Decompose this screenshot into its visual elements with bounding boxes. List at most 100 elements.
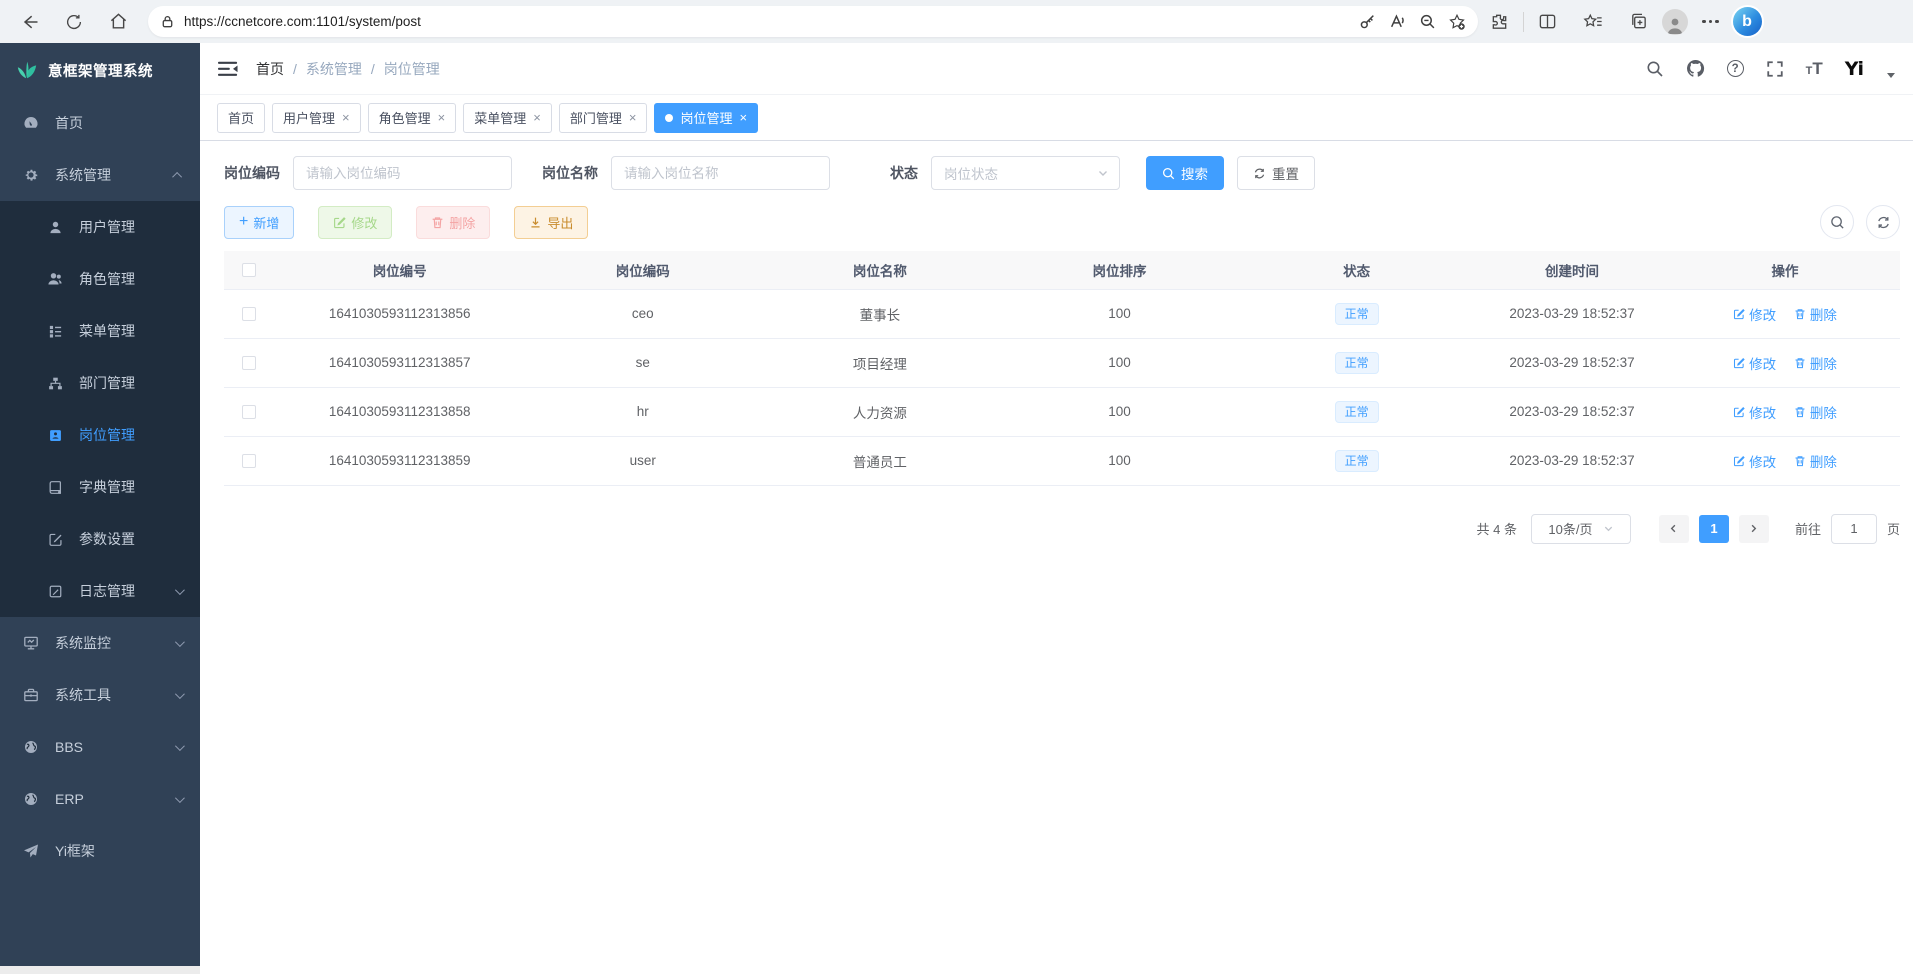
tab-menu-management[interactable]: 菜单管理 × [463, 103, 552, 133]
row-edit-link[interactable]: 修改 [1733, 353, 1776, 373]
tab-close-icon[interactable]: × [629, 111, 637, 124]
sidebar-item-bbs[interactable]: BBS [0, 721, 200, 773]
password-key-icon[interactable] [1352, 9, 1382, 35]
tab-close-icon[interactable]: × [533, 111, 541, 124]
sidebar-item-monitoring[interactable]: 系统监控 [0, 617, 200, 669]
search-button[interactable]: 搜索 [1146, 156, 1224, 190]
sidebar-collapse-icon[interactable] [218, 60, 238, 78]
page-size-select[interactable]: 10条/页 [1531, 514, 1631, 544]
post-code-input[interactable] [293, 156, 512, 190]
post-name-input[interactable] [611, 156, 830, 190]
table-row[interactable]: 1641030593112313858 hr 人力资源 100 正常 2023-… [224, 387, 1900, 436]
table-search-toggle-icon[interactable] [1820, 205, 1854, 239]
row-edit-link[interactable]: 修改 [1733, 451, 1776, 471]
status-select[interactable]: 岗位状态 [931, 156, 1120, 190]
row-checkbox[interactable] [242, 356, 256, 370]
gear-icon [22, 167, 40, 183]
sidebar-item-tools[interactable]: 系统工具 [0, 669, 200, 721]
menu-tree-icon [46, 324, 64, 339]
edit-square-icon [46, 532, 64, 547]
back-icon[interactable] [14, 6, 46, 38]
row-edit-link[interactable]: 修改 [1733, 304, 1776, 324]
fullscreen-icon[interactable] [1766, 60, 1784, 78]
row-delete-link[interactable]: 删除 [1794, 451, 1837, 471]
sidebar-item-home[interactable]: 首页 [0, 97, 200, 149]
add-favorite-icon[interactable] [1442, 9, 1472, 35]
edit-button[interactable]: 修改 [318, 206, 392, 239]
select-all-checkbox[interactable] [242, 263, 256, 277]
tab-close-icon[interactable]: × [739, 111, 747, 124]
table-row[interactable]: 1641030593112313856 ceo 董事长 100 正常 2023-… [224, 289, 1900, 338]
sidebar-item-system[interactable]: 系统管理 [0, 149, 200, 201]
sidebar-item-departments[interactable]: 部门管理 [0, 357, 200, 409]
split-screen-icon[interactable] [1538, 12, 1557, 31]
table-row[interactable]: 1641030593112313859 user 普通员工 100 正常 202… [224, 436, 1900, 485]
zoom-out-icon[interactable] [1412, 9, 1442, 35]
browser-menu-icon[interactable] [1702, 20, 1719, 24]
sidebar-item-logs[interactable]: 日志管理 [0, 565, 200, 617]
extensions-puzzle-icon[interactable] [1490, 12, 1509, 31]
tab-close-icon[interactable]: × [438, 111, 446, 124]
posts-table: 岗位编号 岗位编码 岗位名称 岗位排序 状态 创建时间 操作 164103059… [224, 251, 1900, 486]
tab-post-management[interactable]: 岗位管理 × [654, 103, 758, 133]
row-checkbox[interactable] [242, 405, 256, 419]
url-text[interactable]: https://ccnetcore.com:1101/system/post [184, 14, 1352, 29]
page-size-value: 10条/页 [1548, 519, 1592, 538]
tab-role-management[interactable]: 角色管理 × [368, 103, 457, 133]
prev-page-button[interactable] [1659, 515, 1689, 543]
page-number-button[interactable]: 1 [1699, 515, 1729, 543]
home-icon[interactable] [102, 6, 134, 38]
table-refresh-icon[interactable] [1866, 205, 1900, 239]
profile-avatar-icon[interactable] [1662, 9, 1688, 35]
header-search-icon[interactable] [1646, 60, 1664, 78]
row-delete-link[interactable]: 删除 [1794, 353, 1837, 373]
status-badge: 正常 [1335, 401, 1379, 423]
address-bar[interactable]: https://ccnetcore.com:1101/system/post [148, 6, 1478, 37]
breadcrumb-item[interactable]: 系统管理 [306, 59, 362, 79]
edit-icon [333, 216, 346, 229]
row-delete-link[interactable]: 删除 [1794, 402, 1837, 422]
delete-button[interactable]: 删除 [416, 206, 490, 239]
favorites-bar-icon[interactable] [1583, 12, 1603, 32]
tab-close-icon[interactable]: × [342, 111, 350, 124]
tab-department-management[interactable]: 部门管理 × [559, 103, 648, 133]
sidebar-item-yi-framework[interactable]: Yi框架 [0, 825, 200, 877]
sidebar-item-menus[interactable]: 菜单管理 [0, 305, 200, 357]
help-icon[interactable]: ? [1727, 60, 1744, 77]
reset-button[interactable]: 重置 [1237, 156, 1315, 190]
next-page-button[interactable] [1739, 515, 1769, 543]
row-checkbox[interactable] [242, 454, 256, 468]
app-logo[interactable]: 意框架管理系统 [0, 43, 200, 97]
copilot-bing-icon[interactable]: b [1733, 7, 1762, 36]
font-size-icon[interactable]: TT [1806, 60, 1823, 77]
read-aloud-icon[interactable] [1382, 9, 1412, 35]
sidebar-item-users[interactable]: 用户管理 [0, 201, 200, 253]
table-row[interactable]: 1641030593112313857 se 项目经理 100 正常 2023-… [224, 338, 1900, 387]
refresh-icon[interactable] [58, 6, 90, 38]
row-edit-link[interactable]: 修改 [1733, 402, 1776, 422]
add-button[interactable]: + 新增 [224, 206, 294, 239]
row-delete-link[interactable]: 删除 [1794, 304, 1837, 324]
sidebar-item-roles[interactable]: 角色管理 [0, 253, 200, 305]
cell-post-code: se [525, 338, 760, 387]
user-avatar-logo[interactable]: Yi [1845, 58, 1863, 80]
github-icon[interactable] [1686, 59, 1705, 78]
sidebar-item-posts[interactable]: 岗位管理 [0, 409, 200, 461]
goto-page-input[interactable] [1831, 514, 1877, 544]
app-title: 意框架管理系统 [48, 60, 153, 81]
sidebar-item-dictionary[interactable]: 字典管理 [0, 461, 200, 513]
breadcrumb-item[interactable]: 首页 [256, 59, 284, 79]
leaf-logo-icon [16, 59, 38, 81]
sidebar-item-erp[interactable]: ERP [0, 773, 200, 825]
row-checkbox[interactable] [242, 307, 256, 321]
main-panel: 首页 / 系统管理 / 岗位管理 ? TT Y [200, 43, 1913, 974]
tab-home[interactable]: 首页 [217, 103, 265, 133]
navbar-actions: ? TT Yi [1646, 58, 1895, 80]
avatar-caret-icon[interactable] [1887, 73, 1895, 78]
tab-user-management[interactable]: 用户管理 × [272, 103, 361, 133]
breadcrumb-item[interactable]: 岗位管理 [384, 59, 440, 79]
sidebar-item-parameters[interactable]: 参数设置 [0, 513, 200, 565]
log-icon [46, 584, 64, 599]
export-button[interactable]: 导出 [514, 206, 588, 239]
collections-icon[interactable] [1629, 12, 1648, 31]
